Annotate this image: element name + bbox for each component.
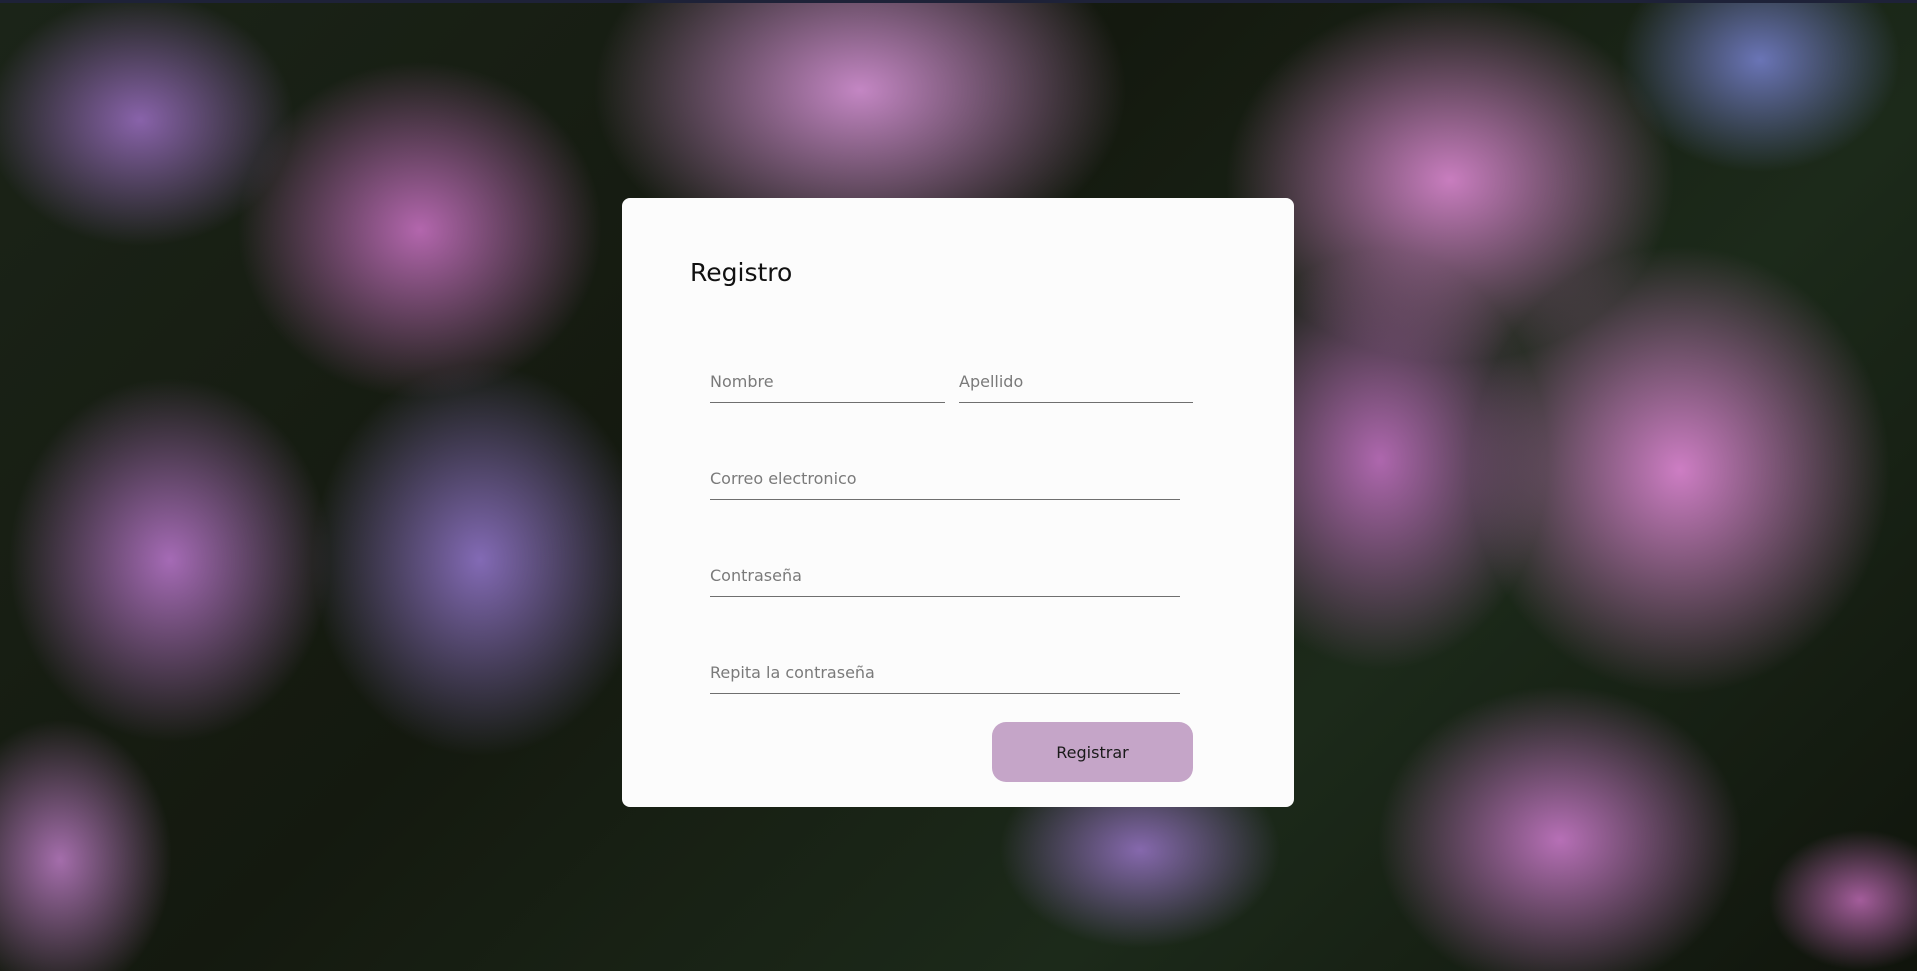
- nombre-field-wrapper: [710, 360, 945, 403]
- password-field-wrapper: [710, 554, 1180, 597]
- email-field-wrapper: [710, 457, 1180, 500]
- apellido-field-wrapper: [959, 360, 1193, 403]
- password-input[interactable]: [710, 554, 1180, 596]
- registration-card: Registro Registrar: [622, 198, 1294, 807]
- email-input[interactable]: [710, 457, 1180, 499]
- nombre-input[interactable]: [710, 360, 945, 402]
- apellido-input[interactable]: [959, 360, 1193, 402]
- repeat-password-field-wrapper: [710, 651, 1180, 694]
- top-edge-strip: [0, 0, 1917, 3]
- repeat-password-input[interactable]: [710, 651, 1180, 693]
- form-title: Registro: [690, 258, 793, 287]
- register-button[interactable]: Registrar: [992, 722, 1193, 782]
